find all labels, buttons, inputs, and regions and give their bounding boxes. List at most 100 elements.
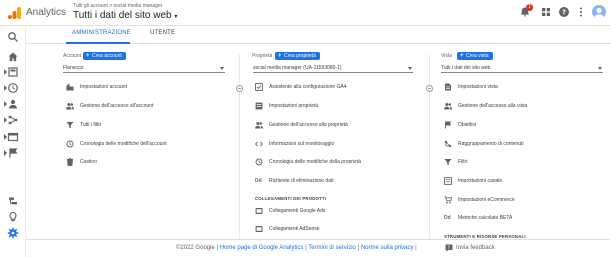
checkbox-icon [255,83,263,91]
admin-gear-icon[interactable] [7,227,19,239]
ga-home-link[interactable]: Home page di Google Analytics [220,245,304,251]
acquisition-icon[interactable] [7,114,19,126]
admin-content: Account + Crea account Flanecco Impostazi… [26,44,610,257]
item-label: Impostazioni vista [458,84,498,90]
send-feedback-link[interactable]: Invia feedback [456,245,495,251]
building-icon [66,83,74,91]
collapse-account-column-icon[interactable] [236,85,243,92]
apps-grid-icon[interactable] [540,6,552,18]
notification-count-badge: 1 [526,4,533,11]
adsense-icon [255,226,263,232]
view-select[interactable]: Tutti i dati del sito web [441,64,603,73]
item-label: Impostazioni eCommerce [458,197,515,203]
view-selected-value: Tutti i dati del sito web [441,65,491,71]
item-label: Informazioni sul monitoraggio [269,141,335,147]
property-settings-icon [255,102,263,110]
grouping-icon [444,140,452,148]
search-icon[interactable] [7,31,19,43]
create-account-label: Crea account [92,53,122,59]
analytics-logo-icon[interactable] [8,6,22,20]
dropdown-caret-icon [598,67,602,70]
collapse-property-column-icon[interactable] [426,85,433,92]
chevron-down-icon: ▾ [174,14,178,20]
admin-tabs: AMMINISTRAZIONE UTENTE [26,26,610,44]
document-icon [445,83,451,91]
avatar[interactable] [592,5,606,19]
item-label: Richieste di eliminazione dati [269,178,334,184]
people-icon [444,103,452,110]
plus-icon: + [460,53,464,59]
item-label: Raggruppamento di contenuti [458,141,524,147]
plus-icon: + [278,53,282,59]
create-account-button[interactable]: + Crea account [83,52,126,60]
attribution-icon[interactable] [7,195,19,207]
item-label: Cestino [80,159,97,165]
filter-funnel-icon [444,159,452,166]
more-vert-icon[interactable] [575,6,587,18]
top-app-bar: Analytics Tutti gli account > social med… [0,0,610,26]
item-label: Gestione dell'accesso all'account [80,103,154,109]
create-view-button[interactable]: + Crea vista [457,52,493,60]
property-selected-value: social media manager (UA-11593080-1) [253,65,342,71]
terms-link[interactable]: Termini di servizio [308,245,356,251]
property-selector[interactable]: Tutti i dati del sito web ▾ [73,10,177,21]
history-icon [66,140,74,148]
separator: | [413,245,417,251]
item-label: Impostazioni account [80,84,127,90]
breadcrumb[interactable]: Tutti gli account > social media manager [73,3,162,9]
item-label: Tutti i filtri [80,122,102,128]
view-column-label: Vista [441,53,453,59]
column-divider [429,54,430,244]
people-icon [66,103,74,110]
help-icon[interactable]: ? [558,6,570,18]
google-ads-icon [255,208,263,214]
realtime-clock-icon[interactable] [7,82,19,94]
item-label: Obiettivi [458,122,477,128]
filter-funnel-icon [66,122,74,129]
behavior-icon[interactable] [7,131,19,143]
channel-icon [444,177,452,185]
item-label: Collegamenti Google Ads [269,208,326,214]
item-label: Collegamenti AdSense [269,226,320,232]
history-icon [255,158,263,166]
trash-icon [67,158,73,166]
feedback-icon[interactable] [445,244,453,252]
footer-links: ©2022 Google | Home page di Google Analy… [176,245,417,251]
privacy-link[interactable]: Norme sulla privacy [361,245,414,251]
property-column-label: Proprietà [252,53,273,59]
dropdown-caret-icon [408,67,412,70]
create-view-label: Crea vista [466,53,489,59]
people-icon [255,122,263,129]
customization-icon[interactable] [7,66,19,78]
item-label: Cronologia delle modifiche dell'account [80,141,167,147]
dd-icon: Dd [444,215,451,221]
flag-icon [445,121,452,129]
create-property-button[interactable]: + Crea proprietà [275,52,320,60]
home-icon[interactable] [7,51,19,63]
dd-icon: Dd [255,178,262,184]
property-select[interactable]: social media manager (UA-11593080-1) [253,64,413,73]
column-divider [239,54,240,244]
item-label: Gestione dell'accesso alla proprietà [269,122,348,128]
product-links-heading: COLLEGAMENTI DEI PRODOTTI [255,196,327,201]
tab-utente[interactable]: UTENTE [150,30,175,36]
avatar-person-icon [594,7,604,19]
plus-icon: + [86,53,90,59]
create-property-label: Crea proprietà [284,53,316,59]
tab-amministrazione[interactable]: AMMINISTRAZIONE [72,30,131,36]
account-column-label: Account [63,53,82,59]
item-label: Assistente alla configurazione GA4 [269,84,347,90]
item-label: Gestione dell'accesso alla vista [458,103,528,109]
audience-person-icon[interactable] [7,98,19,110]
conversions-flag-icon[interactable] [7,147,19,159]
item-label: Impostazioni proprietà [269,103,319,109]
account-select[interactable]: Flanecco [63,64,225,73]
left-navigation [0,26,26,257]
item-label: Cronologia delle modifiche della proprie… [269,159,361,165]
property-title: Tutti i dati del sito web [73,10,172,21]
app-name: Analytics [26,7,67,18]
item-label: Filtri [458,159,468,165]
discover-lightbulb-icon[interactable] [7,211,19,223]
item-label: Impostazioni canale [458,178,503,184]
shopping-cart-icon [444,196,452,204]
